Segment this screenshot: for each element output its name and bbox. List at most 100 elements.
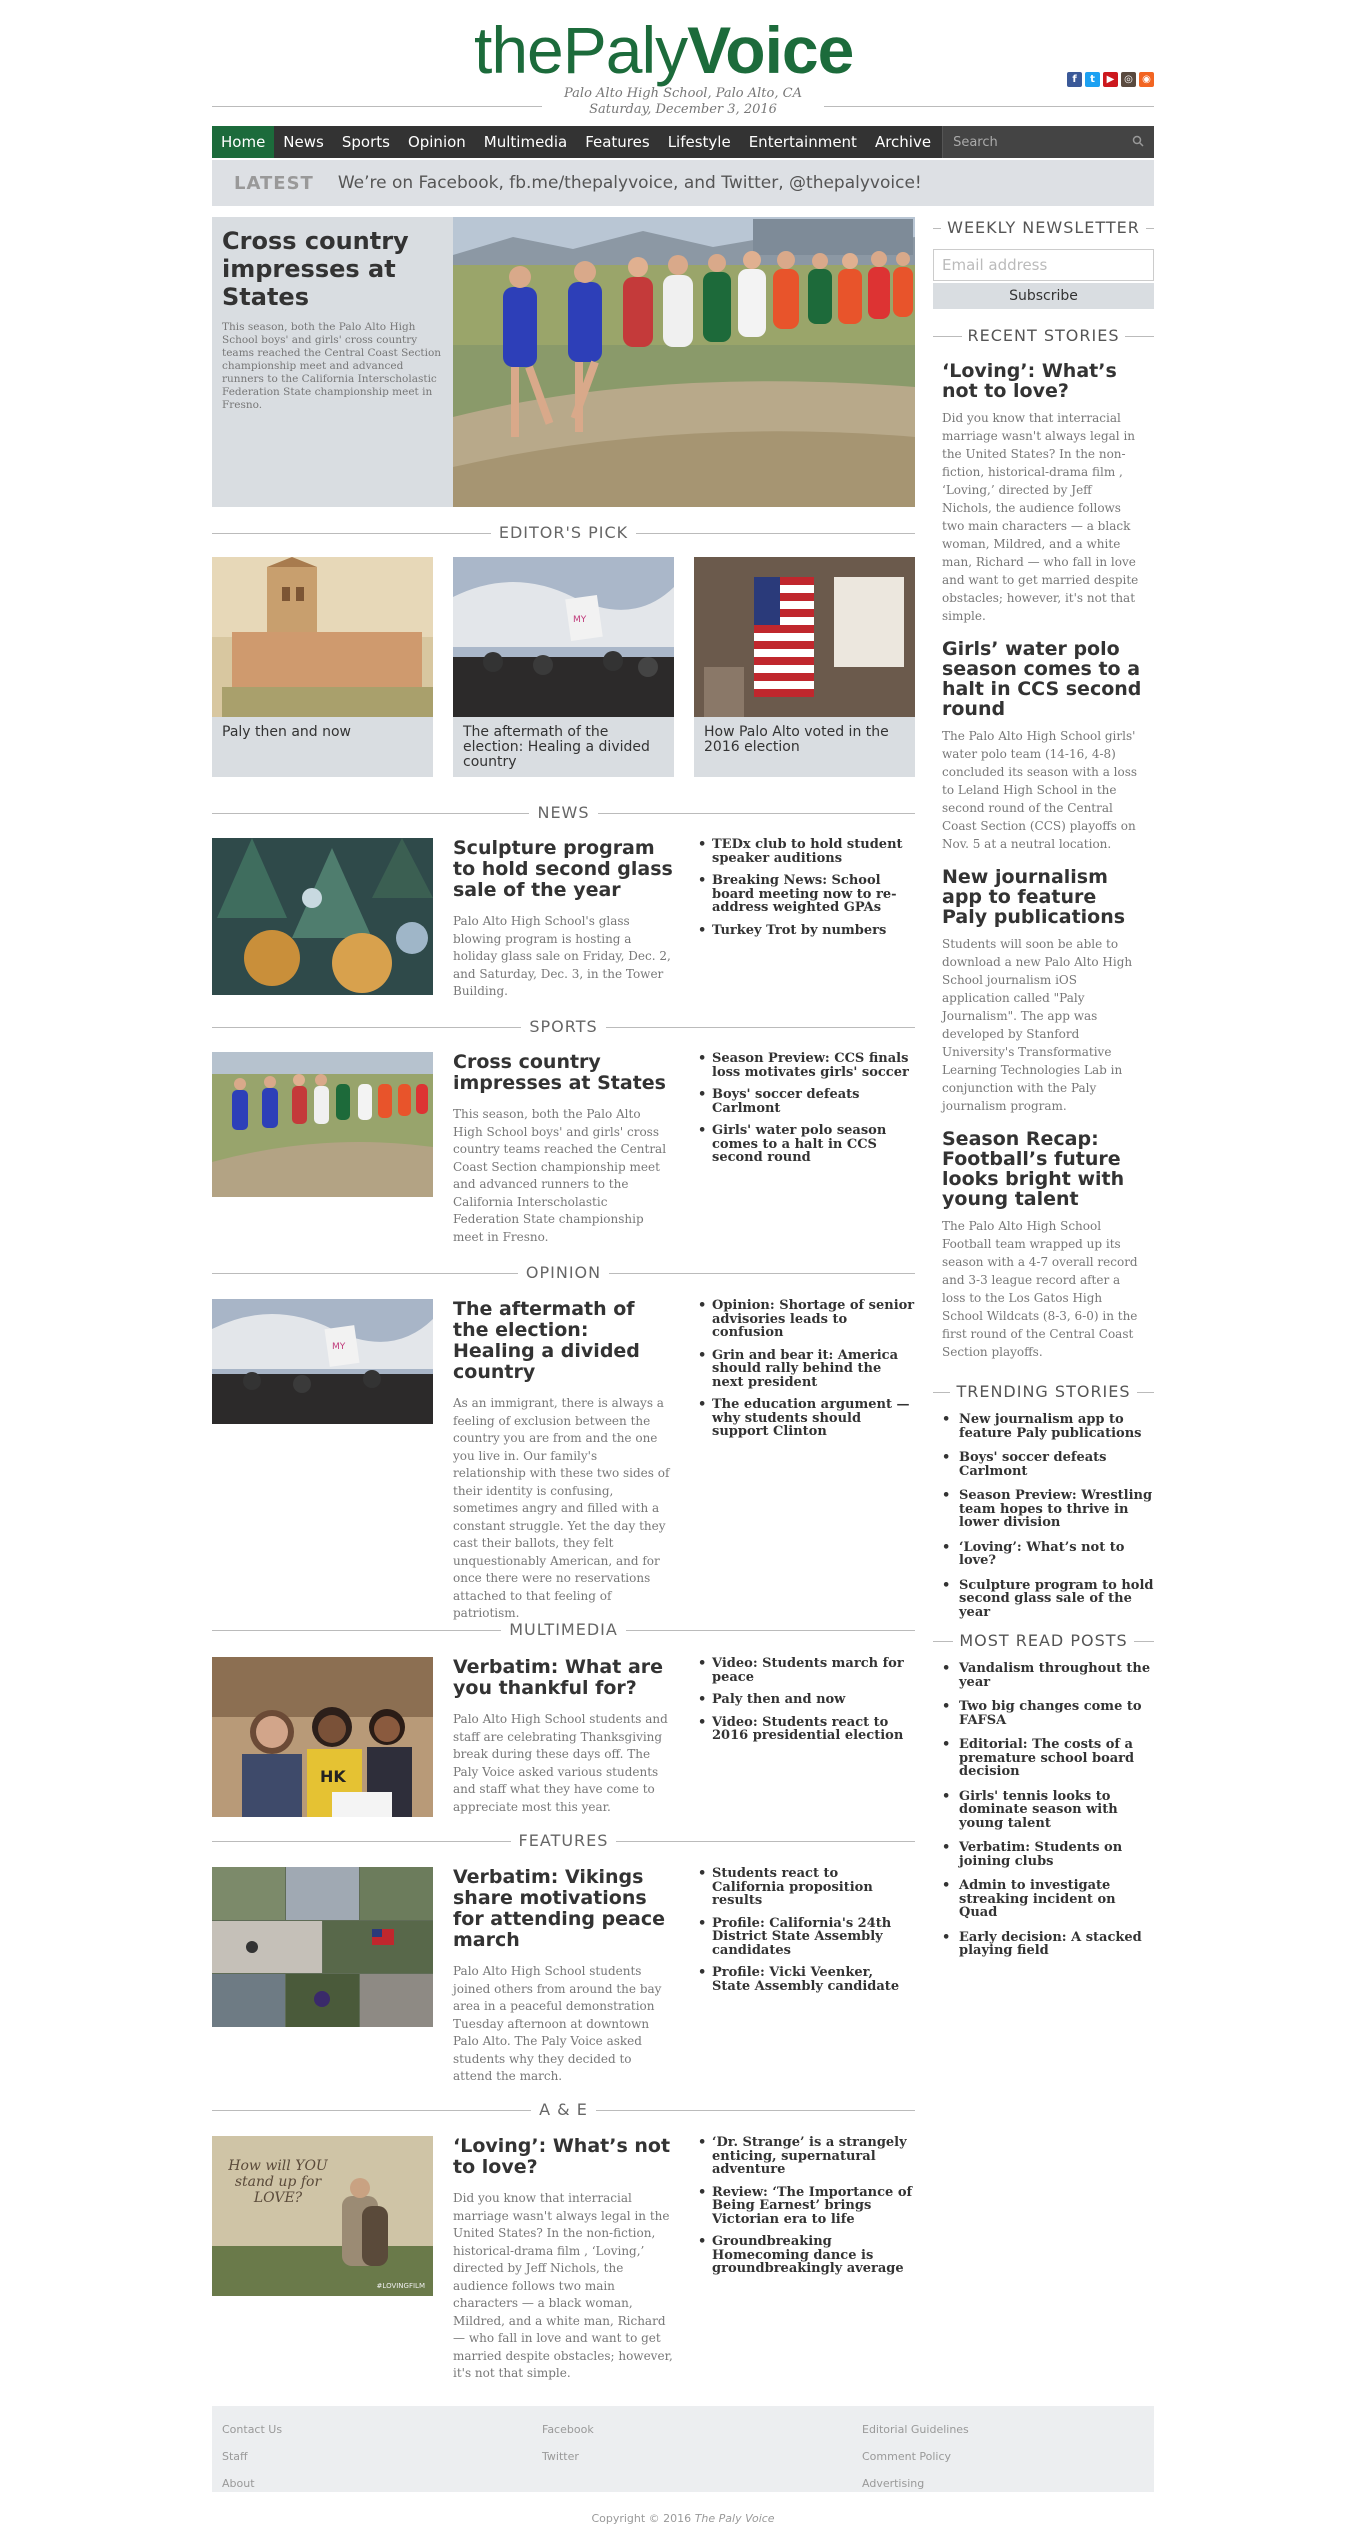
list-item[interactable]: Season Preview: Wrestling team hopes to … bbox=[933, 1489, 1154, 1530]
list-item[interactable]: Editorial: The costs of a premature scho… bbox=[933, 1738, 1154, 1779]
list-item[interactable]: Profile: Vicki Veenker, State Assembly c… bbox=[694, 1966, 915, 1993]
list-item[interactable]: Admin to investigate streaking incident … bbox=[933, 1879, 1154, 1920]
twitter-icon[interactable]: t bbox=[1085, 72, 1100, 87]
instagram-icon[interactable]: ◎ bbox=[1121, 72, 1136, 87]
sidebar-heading-newsletter: WEEKLY NEWSLETTER bbox=[933, 217, 1154, 239]
ae-story-image[interactable]: How will YOU stand up for LOVE? #LOVINGF… bbox=[212, 2136, 433, 2296]
recent-story-excerpt: Did you know that interracial marriage w… bbox=[942, 411, 1139, 623]
ae-related-list: ‘Dr. Strange’ is a strangely enticing, s… bbox=[694, 2136, 915, 2285]
footer-link-contact[interactable]: Contact Us bbox=[222, 2416, 282, 2443]
opinion-story-image[interactable]: MY bbox=[212, 1299, 433, 1424]
list-item[interactable]: Sculpture program to hold second glass s… bbox=[933, 1578, 1154, 1620]
list-item[interactable]: ‘Dr. Strange’ is a strangely enticing, s… bbox=[694, 2136, 915, 2177]
list-item[interactable]: Video: Students react to 2016 presidenti… bbox=[694, 1715, 915, 1743]
footer-link-comment-policy[interactable]: Comment Policy bbox=[862, 2443, 969, 2470]
multimedia-story-image[interactable]: HK bbox=[212, 1657, 433, 1817]
list-item[interactable]: Early decision: A stacked playing field bbox=[933, 1930, 1154, 1958]
footer-link-facebook[interactable]: Facebook bbox=[542, 2416, 594, 2443]
features-story-excerpt: Palo Alto High School students joined ot… bbox=[453, 1964, 662, 2083]
footer-link-editorial-guidelines[interactable]: Editorial Guidelines bbox=[862, 2416, 969, 2443]
list-item[interactable]: Groundbreaking Homecoming dance is groun… bbox=[694, 2235, 915, 2276]
poster-hashtag: #LOVINGFILM bbox=[376, 2282, 425, 2290]
subscribe-button[interactable]: Subscribe bbox=[933, 283, 1154, 309]
editors-pick-card[interactable]: How Palo Alto voted in the 2016 election bbox=[694, 557, 915, 777]
list-item[interactable]: Turkey Trot by numbers bbox=[694, 923, 915, 938]
list-item[interactable]: Boys' soccer defeats Carlmont bbox=[933, 1451, 1154, 1478]
list-item[interactable]: Boys' soccer defeats Carlmont bbox=[694, 1088, 915, 1115]
recent-story-title[interactable]: ‘Loving’: What’s not to love? bbox=[942, 361, 1145, 401]
nav-item-home[interactable]: Home bbox=[212, 126, 275, 158]
list-item[interactable]: Grin and bear it: America should rally b… bbox=[694, 1348, 915, 1390]
footer-link-advertising[interactable]: Advertising bbox=[862, 2470, 969, 2497]
section-heading-ae: A & E bbox=[212, 2100, 915, 2120]
list-item[interactable]: Opinion: Shortage of senior advisories l… bbox=[694, 1299, 915, 1340]
list-item[interactable]: Two big changes come to FAFSA bbox=[933, 1700, 1154, 1727]
list-item[interactable]: Verbatim: Students on joining clubs bbox=[933, 1841, 1154, 1868]
search-input[interactable] bbox=[943, 126, 1154, 158]
svg-text:MY: MY bbox=[332, 1342, 346, 1352]
list-item[interactable]: New journalism app to feature Paly publi… bbox=[933, 1413, 1154, 1440]
list-item[interactable]: Paly then and now bbox=[694, 1693, 915, 1707]
nav-item-sports[interactable]: Sports bbox=[333, 126, 399, 158]
list-item[interactable]: Students react to California proposition… bbox=[694, 1867, 915, 1908]
nav-item-entertainment[interactable]: Entertainment bbox=[740, 126, 866, 158]
nav-item-opinion[interactable]: Opinion bbox=[399, 126, 475, 158]
sports-related-list: Season Preview: CCS finals loss motivate… bbox=[694, 1052, 915, 1174]
features-story-image[interactable] bbox=[212, 1867, 433, 2027]
sports-story-title[interactable]: Cross country impresses at States bbox=[453, 1052, 673, 1094]
list-item[interactable]: Girls' water polo season comes to a halt… bbox=[694, 1124, 915, 1165]
recent-story: Girls’ water polo season comes to a halt… bbox=[933, 639, 1154, 853]
multimedia-story-title[interactable]: Verbatim: What are you thankful for? bbox=[453, 1657, 673, 1699]
ae-story-title[interactable]: ‘Loving’: What’s not to love? bbox=[453, 2136, 673, 2178]
list-item[interactable]: Video: Students march for peace bbox=[694, 1657, 915, 1684]
nav-item-news[interactable]: News bbox=[274, 126, 333, 158]
list-item[interactable]: TEDx club to hold student speaker auditi… bbox=[694, 838, 915, 865]
opinion-story-title[interactable]: The aftermath of the election: Healing a… bbox=[453, 1299, 673, 1383]
news-related-list: TEDx club to hold student speaker auditi… bbox=[694, 838, 915, 946]
recent-story-title[interactable]: Girls’ water polo season comes to a halt… bbox=[942, 639, 1145, 719]
trending-list: New journalism app to feature Paly publi… bbox=[933, 1413, 1154, 1619]
latest-ticker-link[interactable]: We’re on Facebook, fb.me/thepalyvoice, a… bbox=[314, 173, 922, 193]
sports-story-image[interactable] bbox=[212, 1052, 433, 1197]
search-icon[interactable] bbox=[1132, 135, 1144, 147]
section-heading-features: FEATURES bbox=[212, 1831, 915, 1851]
newsletter-email-input[interactable] bbox=[933, 249, 1154, 281]
news-story-title[interactable]: Sculpture program to hold second glass s… bbox=[453, 838, 673, 901]
nav-item-archive[interactable]: Archive bbox=[866, 126, 940, 158]
list-item[interactable]: Vandalism throughout the year bbox=[933, 1662, 1154, 1689]
editors-pick-caption[interactable]: Paly then and now bbox=[212, 717, 433, 748]
footer-link-staff[interactable]: Staff bbox=[222, 2443, 282, 2470]
list-item[interactable]: ‘Loving’: What’s not to love? bbox=[933, 1540, 1154, 1568]
editors-pick-image bbox=[212, 557, 433, 717]
featured-excerpt: This season, both the Palo Alto High Sch… bbox=[222, 321, 442, 411]
recent-story-excerpt: The Palo Alto High School Football team … bbox=[942, 1219, 1138, 1359]
site-logo[interactable]: thePalyVoice bbox=[474, 10, 854, 90]
list-item[interactable]: Breaking News: School board meeting now … bbox=[694, 874, 915, 915]
rss-icon[interactable]: ◉ bbox=[1139, 72, 1154, 87]
latest-bar: LATEST We’re on Facebook, fb.me/thepalyv… bbox=[212, 160, 1154, 206]
list-item[interactable]: The education argument — why students sh… bbox=[694, 1398, 915, 1439]
recent-story-title[interactable]: New journalism app to feature Paly publi… bbox=[942, 867, 1145, 927]
nav-item-multimedia[interactable]: Multimedia bbox=[475, 126, 576, 158]
list-item[interactable]: Review: ‘The Importance of Being Earnest… bbox=[694, 2185, 915, 2227]
list-item[interactable]: Girls' tennis looks to dominate season w… bbox=[933, 1789, 1154, 1831]
list-item[interactable]: Season Preview: CCS finals loss motivate… bbox=[694, 1052, 915, 1079]
editors-pick-caption[interactable]: How Palo Alto voted in the 2016 election bbox=[694, 717, 915, 763]
news-story-image[interactable] bbox=[212, 838, 433, 995]
copyright: Copyright © 2016 The Paly Voice bbox=[591, 2512, 775, 2525]
footer-link-about[interactable]: About bbox=[222, 2470, 282, 2497]
features-story-title[interactable]: Verbatim: Vikings share motivations for … bbox=[453, 1867, 673, 1951]
featured-image[interactable] bbox=[453, 217, 915, 507]
list-item[interactable]: Profile: California's 24th District Stat… bbox=[694, 1916, 915, 1958]
nav-item-lifestyle[interactable]: Lifestyle bbox=[659, 126, 740, 158]
featured-title[interactable]: Cross country impresses at States bbox=[222, 227, 442, 311]
facebook-icon[interactable]: f bbox=[1067, 72, 1082, 87]
editors-pick-card[interactable]: MY The aftermath of the election: Healin… bbox=[453, 557, 674, 777]
recent-story-title[interactable]: Season Recap: Football’s future looks br… bbox=[942, 1129, 1145, 1209]
editors-pick-card[interactable]: Paly then and now bbox=[212, 557, 433, 777]
footer-link-twitter[interactable]: Twitter bbox=[542, 2443, 594, 2470]
editors-pick-caption[interactable]: The aftermath of the election: Healing a… bbox=[453, 717, 674, 778]
nav-item-features[interactable]: Features bbox=[576, 126, 659, 158]
youtube-icon[interactable]: ▶ bbox=[1103, 72, 1118, 87]
ae-story-excerpt: Did you know that interracial marriage w… bbox=[453, 2191, 673, 2380]
